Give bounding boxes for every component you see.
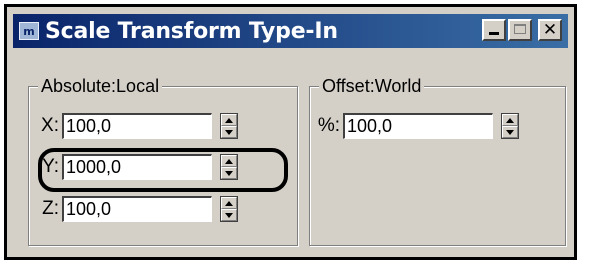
y-label: Y: — [42, 156, 59, 177]
close-button[interactable]: ✕ — [538, 19, 562, 41]
minimize-icon — [489, 32, 499, 35]
percent-row: %: — [310, 113, 519, 139]
maximize-button[interactable] — [508, 19, 532, 41]
z-spin-down[interactable] — [221, 209, 237, 221]
absolute-local-group: Absolute:Local X: Y: Z: — [28, 75, 298, 246]
x-row: X: — [29, 113, 238, 139]
window-controls: ✕ — [482, 19, 562, 41]
window-title: Scale Transform Type-In — [45, 18, 338, 44]
spin-down-icon — [506, 129, 514, 135]
spin-up-icon — [225, 158, 233, 164]
z-value-input[interactable] — [62, 196, 212, 222]
x-spin-down[interactable] — [221, 126, 237, 138]
spin-down-icon — [225, 212, 233, 218]
spin-down-icon — [225, 129, 233, 135]
offset-world-group: Offset:World %: — [309, 75, 566, 246]
percent-label: %: — [317, 115, 340, 136]
z-label: Z: — [42, 198, 59, 219]
y-spin-up[interactable] — [221, 155, 237, 167]
spin-up-icon — [225, 200, 233, 206]
close-icon: ✕ — [542, 20, 558, 40]
spin-up-icon — [225, 117, 233, 123]
spin-up-icon — [506, 117, 514, 123]
x-spinner[interactable] — [220, 113, 238, 139]
minimize-button[interactable] — [482, 19, 506, 41]
x-value-input[interactable] — [62, 113, 212, 139]
percent-value-input[interactable] — [343, 113, 493, 139]
absolute-local-legend: Absolute:Local — [38, 75, 163, 97]
z-spinner[interactable] — [220, 196, 238, 222]
title-bar[interactable]: m Scale Transform Type-In ✕ — [13, 14, 568, 48]
y-spinner[interactable] — [220, 154, 238, 180]
percent-spinner[interactable] — [501, 113, 519, 139]
percent-spin-up[interactable] — [502, 114, 518, 126]
y-value-input[interactable] — [62, 154, 212, 180]
offset-world-legend: Offset:World — [319, 75, 425, 97]
app-icon[interactable]: m — [19, 22, 39, 40]
x-spin-up[interactable] — [221, 114, 237, 126]
x-label: X: — [41, 115, 59, 136]
spin-down-icon — [225, 170, 233, 176]
z-row: Z: — [29, 196, 238, 222]
maximize-icon — [514, 24, 526, 34]
y-spin-down[interactable] — [221, 167, 237, 179]
z-spin-up[interactable] — [221, 197, 237, 209]
y-row: Y: — [29, 154, 238, 180]
percent-spin-down[interactable] — [502, 126, 518, 138]
